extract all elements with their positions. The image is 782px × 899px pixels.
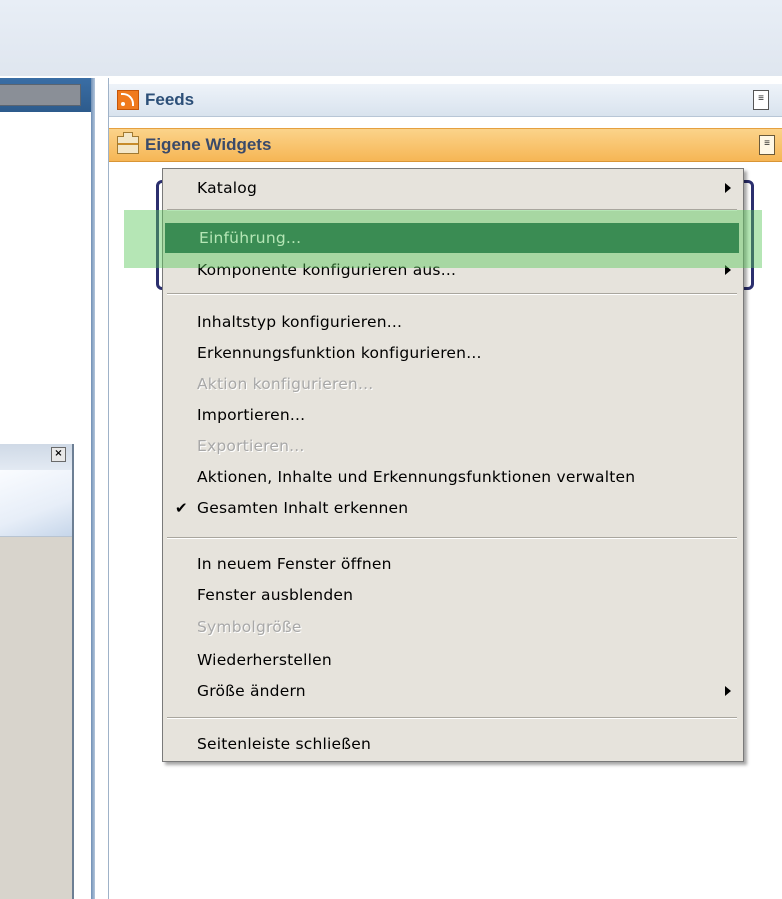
menu-item-importieren[interactable]: Importieren... — [163, 400, 743, 430]
menu-item-label: Katalog — [197, 179, 257, 197]
widgets-header[interactable]: Eigene Widgets ≡ — [109, 128, 782, 162]
menu-item-label: Seitenleiste schließen — [197, 735, 371, 753]
menu-item-fenster-ausblenden[interactable]: Fenster ausblenden — [163, 580, 743, 610]
menu-separator — [167, 717, 737, 719]
menu-separator — [167, 537, 737, 539]
widgets-menu-icon[interactable]: ≡ — [759, 135, 775, 155]
menu-item-label: Inhaltstyp konfigurieren... — [197, 313, 403, 331]
menu-item-label: Gesamten Inhalt erkennen — [197, 499, 409, 517]
feeds-header[interactable]: Feeds ≡ — [109, 84, 782, 117]
feeds-title: Feeds — [145, 90, 195, 109]
menu-item-label: Fenster ausblenden — [197, 586, 354, 604]
rss-feed-icon — [117, 90, 139, 110]
menu-item-label: Einführung... — [199, 229, 302, 247]
menu-item-label: Exportieren... — [197, 437, 305, 455]
widgets-title: Eigene Widgets — [145, 135, 272, 154]
menu-item-einfuehrung[interactable]: Einführung... — [165, 223, 739, 253]
menu-item-erkennungsfunktion-konfigurieren[interactable]: Erkennungsfunktion konfigurieren... — [163, 338, 743, 368]
top-banner — [0, 0, 782, 76]
dialog-header-banner — [0, 470, 72, 537]
menu-item-katalog[interactable]: Katalog — [163, 173, 743, 203]
background-dialog: × — [0, 444, 74, 899]
menu-item-seitenleiste-schliessen[interactable]: Seitenleiste schließen — [163, 729, 743, 759]
submenu-arrow-icon — [725, 183, 731, 193]
window-divider[interactable] — [91, 78, 95, 899]
menu-item-komponente-konfigurieren[interactable]: Komponente konfigurieren aus... — [163, 255, 743, 285]
toolbox-icon — [117, 132, 139, 154]
dialog-close-icon[interactable]: × — [51, 447, 66, 462]
menu-item-label: Komponente konfigurieren aus... — [197, 261, 457, 279]
menu-item-label: Aktionen, Inhalte und Erkennungsfunktion… — [197, 468, 636, 486]
menu-item-label: Aktion konfigurieren... — [197, 375, 374, 393]
menu-item-exportieren: Exportieren... — [163, 431, 743, 461]
context-menu: Katalog Einführung... Komponente konfigu… — [162, 168, 744, 762]
feeds-menu-icon[interactable]: ≡ — [753, 90, 769, 110]
menu-item-gesamten-inhalt-erkennen[interactable]: ✔ Gesamten Inhalt erkennen — [163, 493, 743, 523]
left-window-field[interactable] — [0, 84, 81, 106]
submenu-arrow-icon — [725, 265, 731, 275]
dialog-titlebar: × — [0, 444, 72, 471]
menu-separator — [167, 293, 737, 295]
menu-item-verwalten[interactable]: Aktionen, Inhalte und Erkennungsfunktion… — [163, 462, 743, 492]
menu-item-label: Größe ändern — [197, 682, 306, 700]
menu-item-aktion-konfigurieren: Aktion konfigurieren... — [163, 369, 743, 399]
menu-item-in-neuem-fenster[interactable]: In neuem Fenster öffnen — [163, 549, 743, 579]
menu-item-label: Wiederherstellen — [197, 651, 332, 669]
menu-item-wiederherstellen[interactable]: Wiederherstellen — [163, 645, 743, 675]
menu-item-label: Erkennungsfunktion konfigurieren... — [197, 344, 482, 362]
submenu-arrow-icon — [725, 686, 731, 696]
menu-item-label: Importieren... — [197, 406, 306, 424]
menu-item-label: Symbolgröße — [197, 618, 302, 636]
menu-item-symbolgroesse: Symbolgröße — [163, 612, 743, 642]
menu-separator — [167, 209, 737, 211]
menu-item-groesse-aendern[interactable]: Größe ändern — [163, 676, 743, 706]
menu-item-label: In neuem Fenster öffnen — [197, 555, 392, 573]
checkmark-icon: ✔ — [175, 499, 188, 517]
menu-item-inhaltstyp-konfigurieren[interactable]: Inhaltstyp konfigurieren... — [163, 307, 743, 337]
